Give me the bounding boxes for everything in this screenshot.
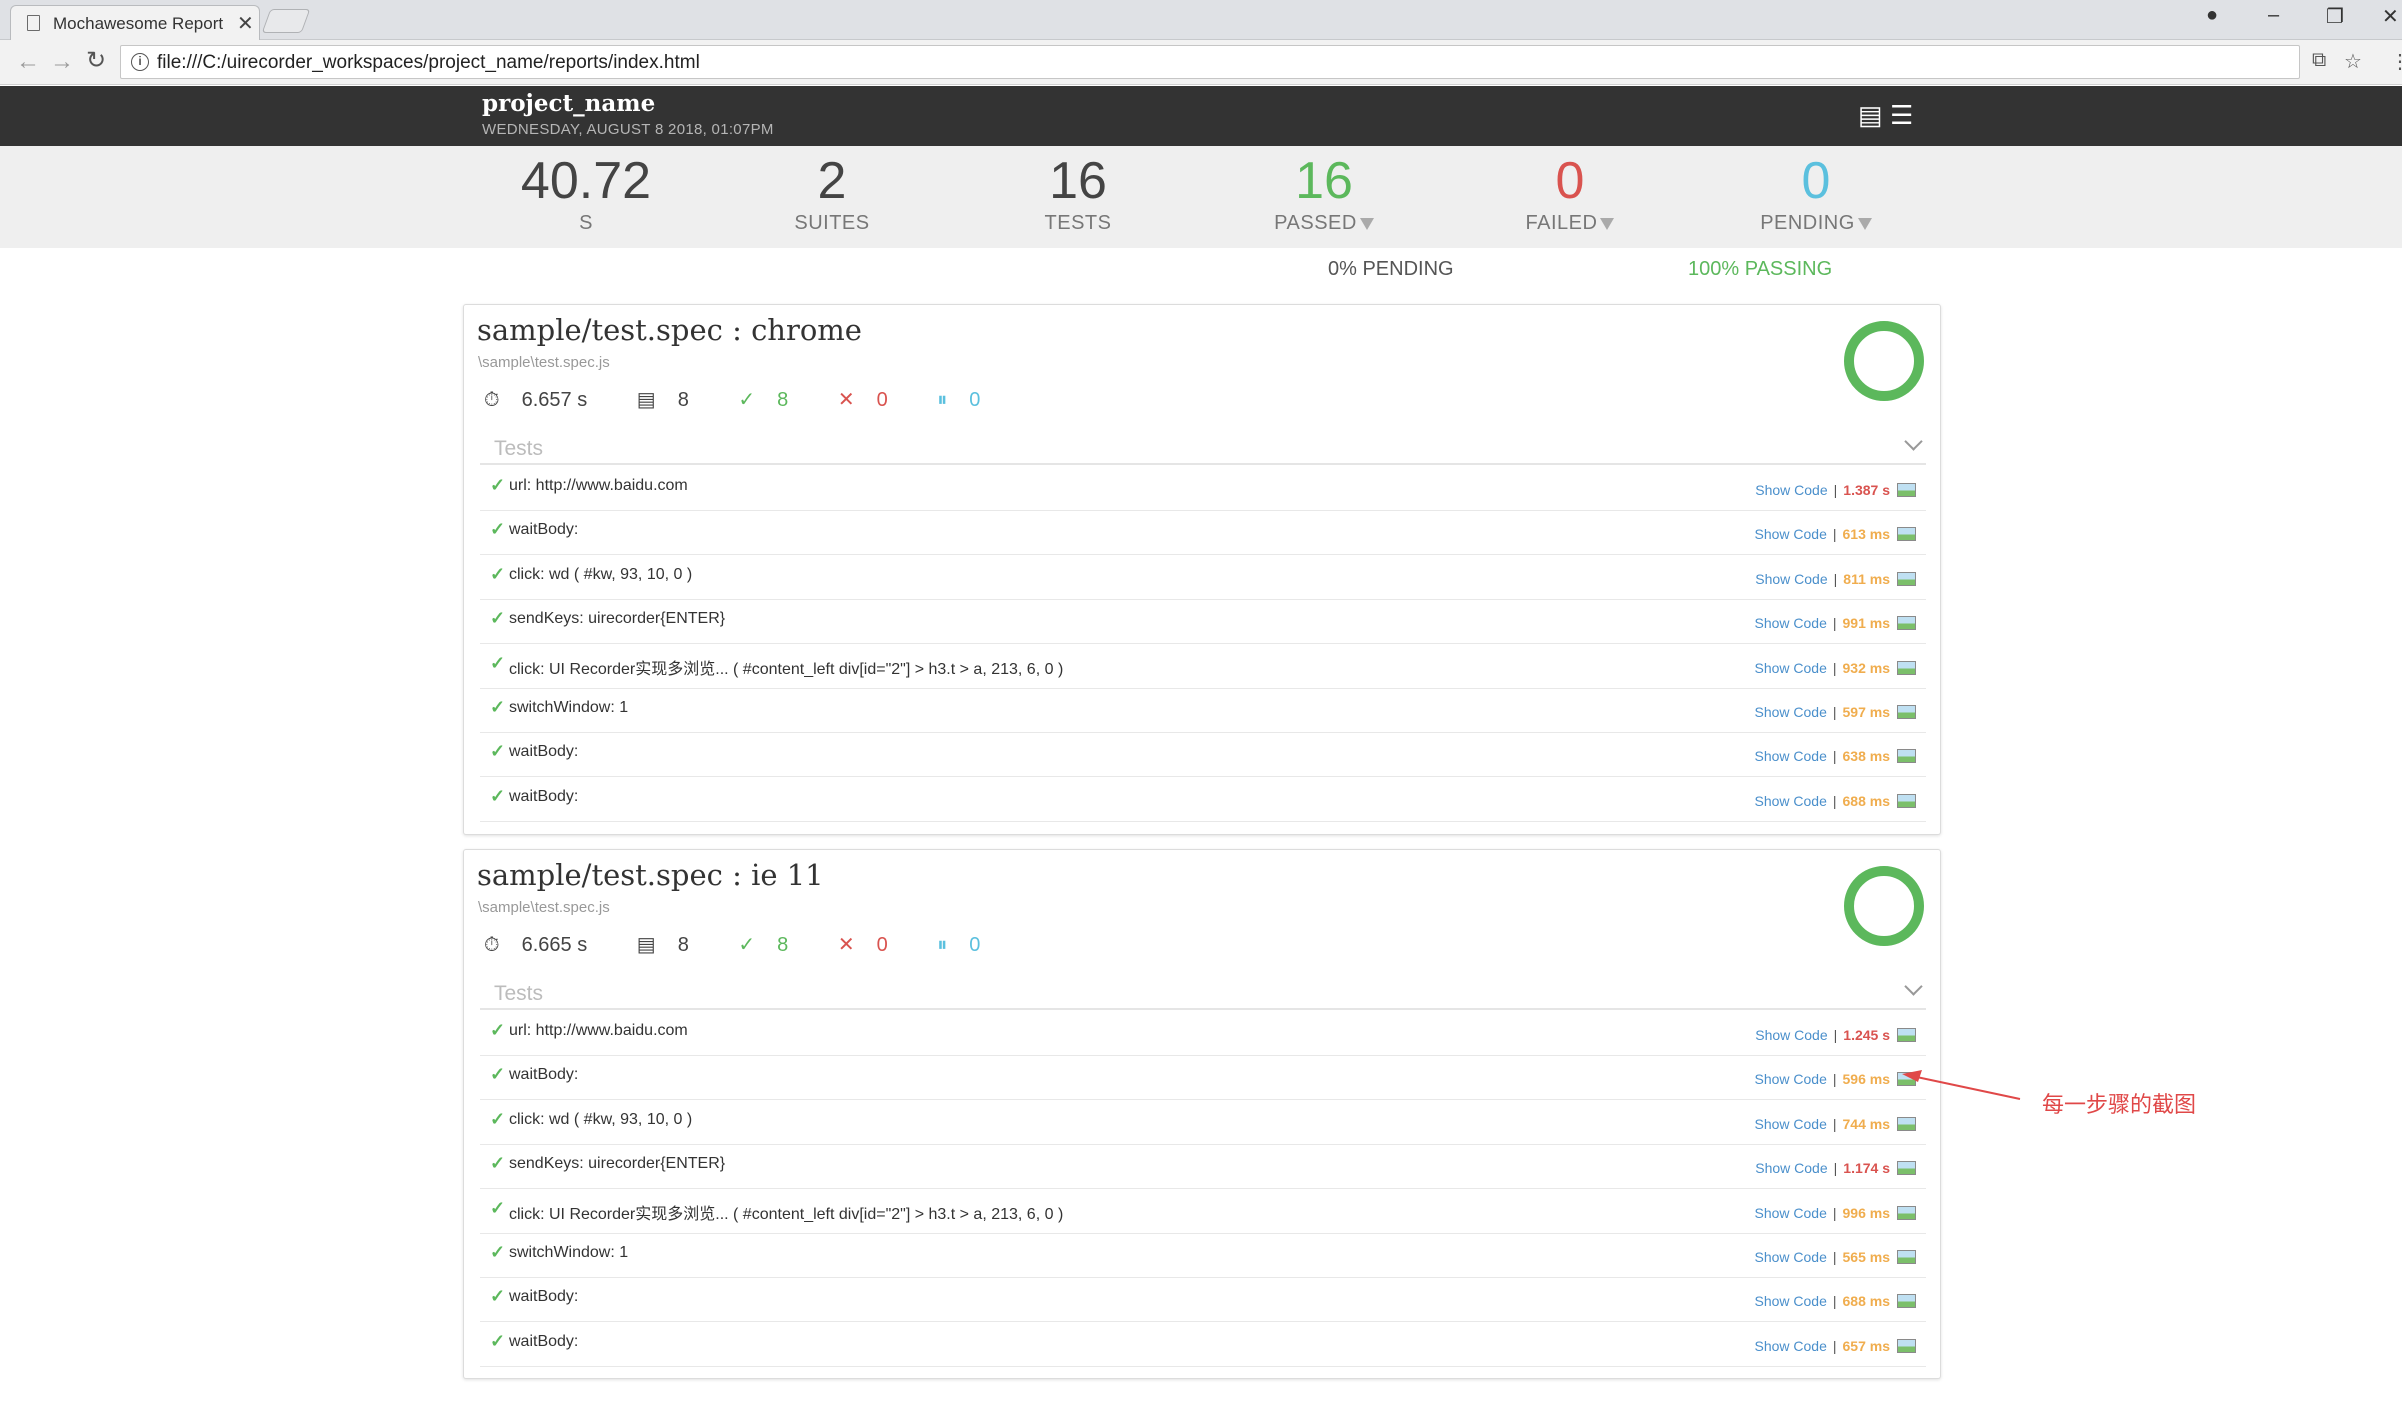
annotation-arrow	[1902, 1070, 2021, 1100]
annotation-text: 每一步骤的截图	[2042, 1093, 2197, 1118]
